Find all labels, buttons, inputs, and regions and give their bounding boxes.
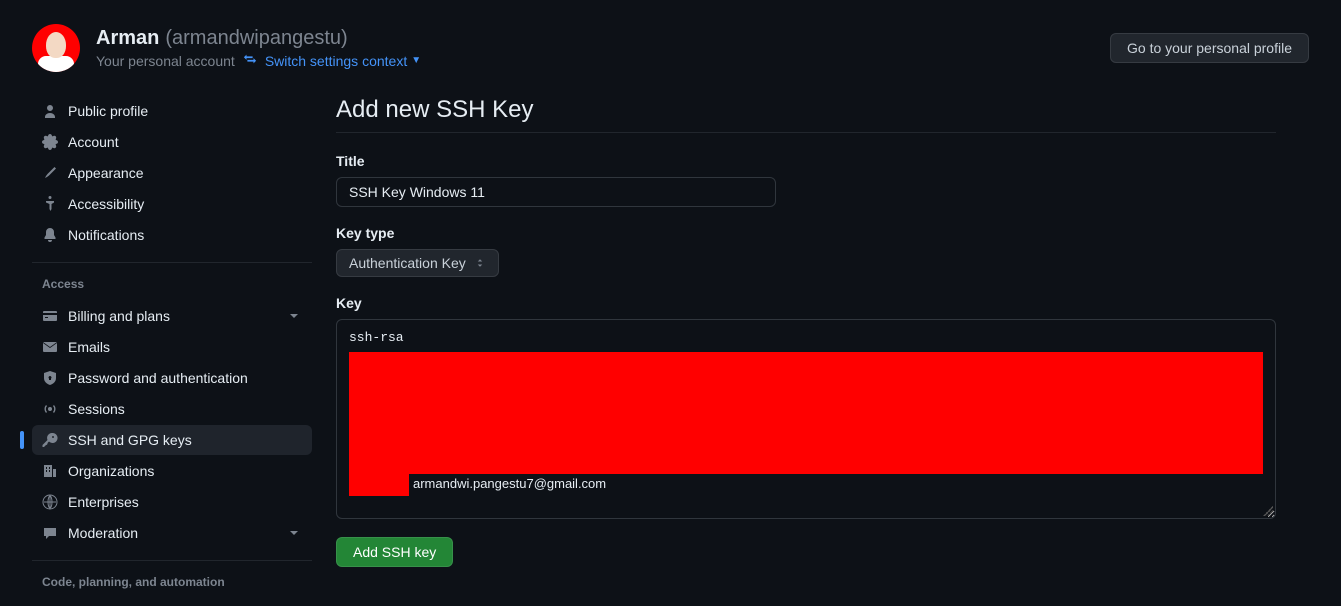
go-to-profile-button[interactable]: Go to your personal profile	[1110, 33, 1309, 63]
header-info: Arman (armandwipangestu) Your personal a…	[96, 27, 421, 69]
mail-icon	[42, 339, 58, 355]
sidebar-item-label: Organizations	[68, 463, 154, 479]
broadcast-icon	[42, 401, 58, 417]
sidebar-item-emails[interactable]: Emails	[32, 332, 312, 362]
title-label: Title	[336, 153, 1276, 169]
sidebar-heading-code: Code, planning, and automation	[32, 569, 312, 599]
gear-icon	[42, 134, 58, 150]
sidebar-item-notifications[interactable]: Notifications	[32, 220, 312, 250]
caret-down-icon: ▼	[411, 55, 421, 66]
key-textarea[interactable]: ssh-rsa armandwi.pangestu7@gmail.com	[336, 319, 1276, 519]
keytype-label: Key type	[336, 225, 1276, 241]
page-header: Arman (armandwipangestu) Your personal a…	[32, 24, 1309, 72]
keytype-value: Authentication Key	[349, 255, 466, 271]
sidebar-item-accessibility[interactable]: Accessibility	[32, 189, 312, 219]
sidebar-item-label: Notifications	[68, 227, 144, 243]
globe-icon	[42, 494, 58, 510]
sidebar-item-sessions[interactable]: Sessions	[32, 394, 312, 424]
bell-icon	[42, 227, 58, 243]
select-updown-icon	[474, 257, 486, 269]
sidebar-item-label: Sessions	[68, 401, 125, 417]
sidebar-item-label: SSH and GPG keys	[68, 432, 192, 448]
sidebar-heading-access: Access	[32, 271, 312, 301]
comment-icon	[42, 525, 58, 541]
account-type-label: Your personal account	[96, 53, 235, 69]
keytype-select[interactable]: Authentication Key	[336, 249, 499, 277]
key-icon	[42, 432, 58, 448]
key-prefix: ssh-rsa	[349, 330, 1263, 345]
title-input[interactable]	[336, 177, 776, 207]
sidebar-item-label: Account	[68, 134, 119, 150]
organization-icon	[42, 463, 58, 479]
swap-icon	[243, 52, 257, 69]
sidebar-item-moderation[interactable]: Moderation	[32, 518, 312, 548]
redacted-block-small	[349, 474, 409, 496]
chevron-down-icon	[286, 308, 302, 324]
sidebar-item-billing[interactable]: Billing and plans	[32, 301, 312, 331]
sidebar-item-label: Public profile	[68, 103, 148, 119]
paintbrush-icon	[42, 165, 58, 181]
sidebar-item-enterprises[interactable]: Enterprises	[32, 487, 312, 517]
sidebar-item-label: Billing and plans	[68, 308, 170, 324]
username: (armandwipangestu)	[165, 27, 347, 50]
key-label: Key	[336, 295, 1276, 311]
credit-card-icon	[42, 308, 58, 324]
sidebar-item-label: Appearance	[68, 165, 144, 181]
sidebar: Public profile Account Appearance Access…	[32, 96, 312, 599]
page-title: Add new SSH Key	[336, 96, 1276, 133]
sidebar-item-label: Moderation	[68, 525, 138, 541]
sidebar-item-label: Password and authentication	[68, 370, 248, 386]
sidebar-item-appearance[interactable]: Appearance	[32, 158, 312, 188]
switch-context-link[interactable]: Switch settings context ▼	[265, 53, 421, 69]
sidebar-item-label: Emails	[68, 339, 110, 355]
chevron-down-icon	[286, 525, 302, 541]
sidebar-item-account[interactable]: Account	[32, 127, 312, 157]
display-name: Arman	[96, 27, 159, 50]
sidebar-item-label: Accessibility	[68, 196, 144, 212]
shield-lock-icon	[42, 370, 58, 386]
divider	[32, 560, 312, 561]
header-left: Arman (armandwipangestu) Your personal a…	[32, 24, 421, 72]
sidebar-item-organizations[interactable]: Organizations	[32, 456, 312, 486]
add-ssh-key-button[interactable]: Add SSH key	[336, 537, 453, 567]
accessibility-icon	[42, 196, 58, 212]
sidebar-item-password[interactable]: Password and authentication	[32, 363, 312, 393]
redacted-block	[349, 352, 1263, 474]
person-icon	[42, 103, 58, 119]
sidebar-item-label: Enterprises	[68, 494, 139, 510]
key-suffix: armandwi.pangestu7@gmail.com	[413, 476, 606, 491]
divider	[32, 262, 312, 263]
resize-handle-icon[interactable]	[1263, 506, 1273, 516]
sidebar-item-public-profile[interactable]: Public profile	[32, 96, 312, 126]
main-content: Add new SSH Key Title Key type Authentic…	[336, 96, 1276, 599]
sidebar-item-ssh-keys[interactable]: SSH and GPG keys	[32, 425, 312, 455]
avatar[interactable]	[32, 24, 80, 72]
